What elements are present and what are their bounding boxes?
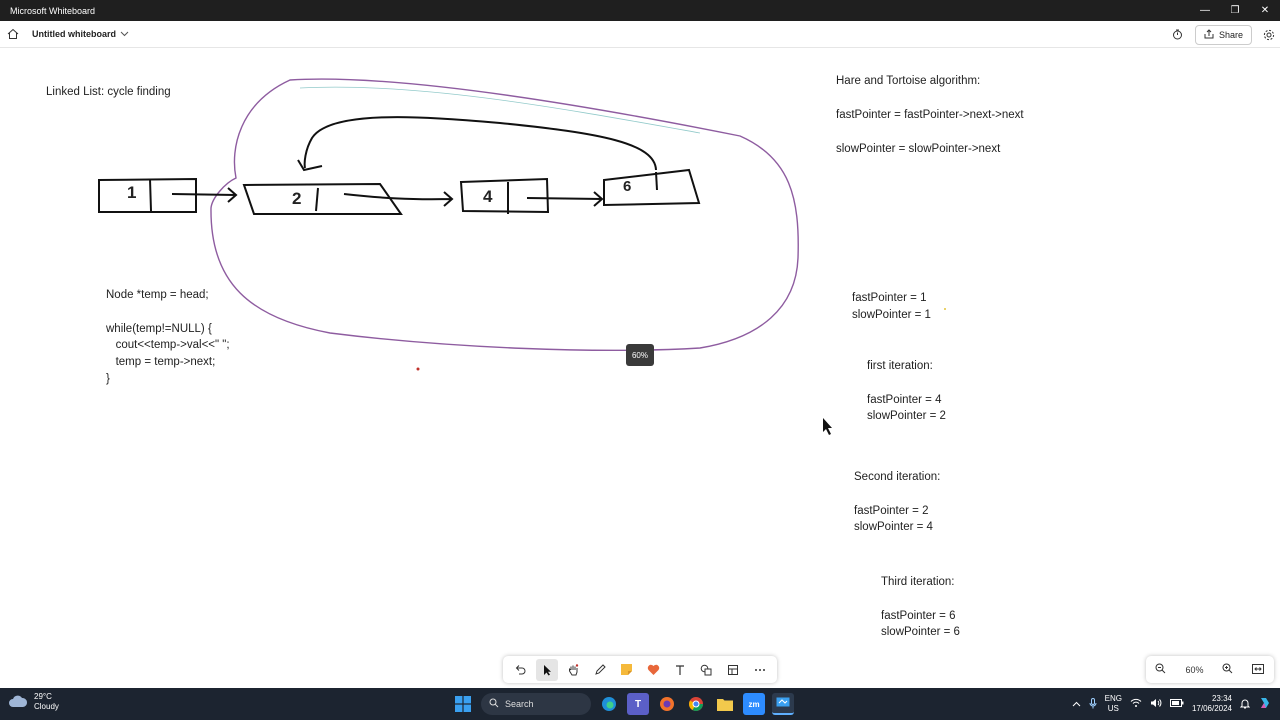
cloud-icon [8,694,28,711]
reactions-heart-icon[interactable] [642,659,664,681]
second-iteration[interactable]: Second iteration: fastPointer = 2 slowPo… [854,469,940,536]
settings-gear-icon[interactable] [1258,29,1280,41]
algorithm-title[interactable]: Hare and Tortoise algorithm: [836,73,980,90]
third-iteration[interactable]: Third iteration: fastPointer = 6 slowPoi… [881,574,960,641]
system-tray: ENG US 23:34 17/06/2024 [1072,688,1272,720]
shapes-icon[interactable] [695,659,717,681]
whiteboard-canvas[interactable]: 1 2 4 6 Linked List: cycle finding Node … [0,48,1280,688]
more-options-icon[interactable] [749,659,771,681]
clock-time: 23:34 [1211,694,1232,703]
initial-state[interactable]: fastPointer = 1 slowPointer = 1 [852,290,931,324]
temperature: 29°C [34,692,52,701]
clock-date: 17/06/2024 [1191,704,1232,713]
zoom-controls: 60% [1146,656,1274,683]
microphone-icon[interactable] [1089,697,1097,711]
windows-taskbar: 29°C Cloudy Search T zm ENG US 23:34 17/… [0,688,1280,720]
whiteboard-title: Untitled whiteboard [32,29,116,39]
taskbar-search[interactable]: Search [481,693,591,715]
pen-icon[interactable] [589,659,611,681]
whiteboard-icon[interactable] [772,693,794,715]
first-iteration[interactable]: first iteration: fastPointer = 4 slowPoi… [867,358,946,425]
minimize-icon[interactable]: — [1190,0,1220,21]
wifi-icon[interactable] [1130,698,1142,710]
copilot-icon[interactable] [1258,696,1272,712]
window-title: Microsoft Whiteboard [10,5,96,16]
fit-to-screen-icon[interactable] [1252,663,1265,676]
clock[interactable]: 23:34 17/06/2024 [1192,694,1232,714]
window-titlebar: Microsoft Whiteboard — ❐ ✕ [0,0,1280,21]
heading-text[interactable]: Linked List: cycle finding [46,84,171,101]
search-icon [489,698,499,710]
home-icon[interactable] [0,21,26,48]
timer-icon[interactable] [1167,29,1189,40]
share-icon [1204,28,1214,41]
next-arrows [171,116,657,207]
templates-icon[interactable] [722,659,744,681]
text-icon[interactable] [669,659,691,681]
file-explorer-icon[interactable] [714,693,736,715]
firefox-icon[interactable] [656,693,678,715]
teams-icon[interactable]: T [627,693,649,715]
zoom-icon[interactable]: zm [743,693,765,715]
edge-icon[interactable] [598,693,620,715]
chevron-up-icon[interactable] [1072,700,1081,709]
select-pointer-icon[interactable] [535,658,558,681]
node-label-2: 2 [292,189,302,208]
zoom-level[interactable]: 60% [1185,665,1203,675]
chrome-icon[interactable] [685,693,707,715]
sticky-note-icon[interactable] [616,659,638,681]
app-header: Untitled whiteboard Share [0,21,1280,48]
mouse-cursor-icon [823,418,832,435]
search-label: Search [505,699,534,709]
fast-pointer-rule[interactable]: fastPointer = fastPointer->next->next [836,107,1024,124]
start-icon[interactable] [452,693,474,715]
volume-icon[interactable] [1150,698,1162,710]
node-label-6: 6 [623,178,632,195]
node-1 [98,177,197,213]
zoom-in-icon[interactable] [1222,663,1233,676]
ink-dot [416,367,420,371]
pan-hand-icon[interactable] [562,659,584,681]
node-2 [242,182,403,215]
battery-icon[interactable] [1169,699,1184,709]
weather-widget[interactable]: 29°C Cloudy [8,692,59,712]
node-label-1: 1 [127,183,137,202]
node-4 [459,177,550,214]
chevron-down-icon [120,29,129,39]
close-icon[interactable]: ✕ [1250,0,1280,21]
region-code: US [1107,704,1119,713]
node-label-4: 4 [483,187,493,206]
whiteboard-title-dropdown[interactable]: Untitled whiteboard [32,29,129,39]
code-block[interactable]: Node *temp = head; while(temp!=NULL) { c… [106,287,230,388]
language-indicator[interactable]: ENG US [1105,694,1122,714]
zoom-tooltip: 60% [626,344,654,366]
undo-icon[interactable] [509,659,531,681]
notification-bell-icon[interactable] [1239,698,1251,711]
weather-condition: Cloudy [34,702,59,711]
share-label: Share [1218,29,1243,40]
slow-pointer-rule[interactable]: slowPointer = slowPointer->next [836,141,1000,158]
language-code: ENG [1104,694,1122,703]
bottom-toolbar [503,656,777,683]
ink-dot [944,308,946,310]
share-button[interactable]: Share [1194,24,1252,45]
restore-icon[interactable]: ❐ [1220,0,1250,21]
zoom-out-icon[interactable] [1155,663,1166,676]
node-6 [603,168,701,207]
